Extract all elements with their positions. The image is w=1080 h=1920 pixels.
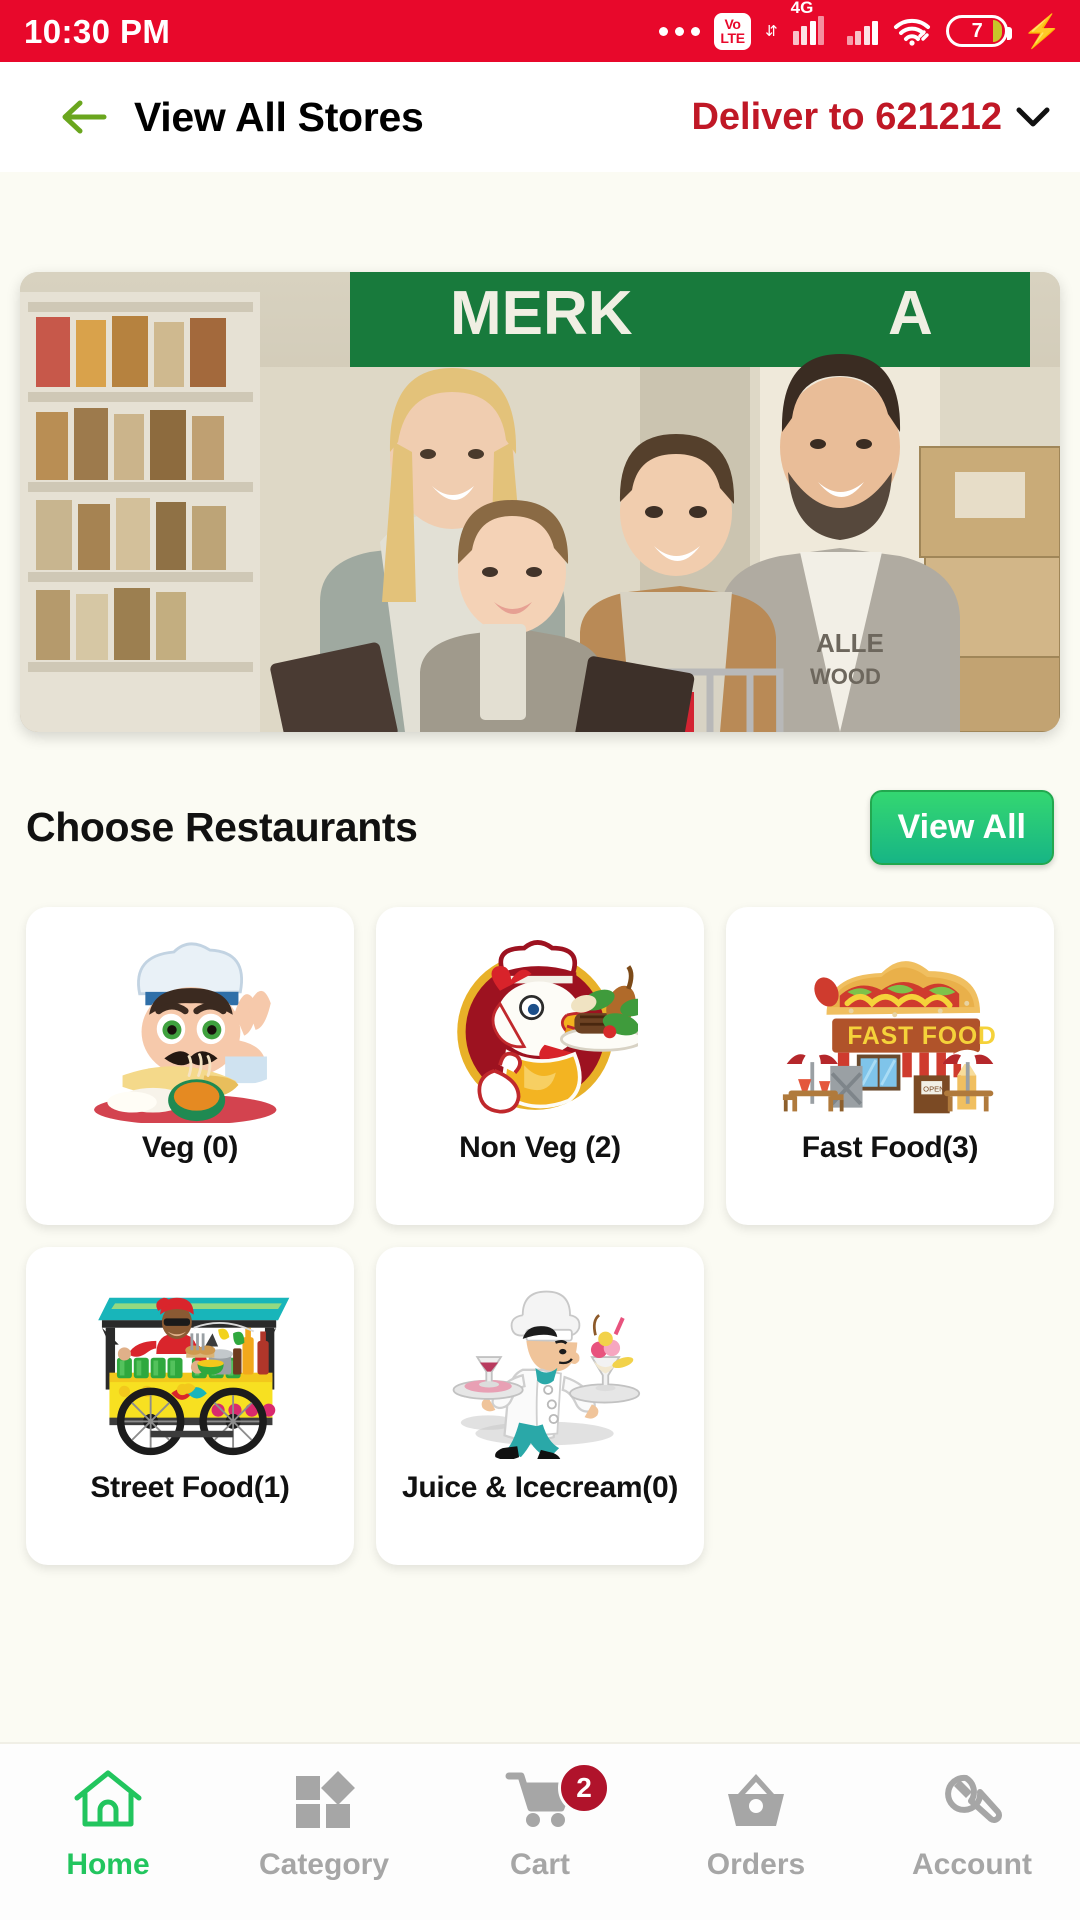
promo-banner[interactable]: MERK A ALLE WOOD bbox=[20, 272, 1060, 732]
app-header-left: View All Stores bbox=[60, 93, 424, 141]
arrow-left-icon[interactable] bbox=[60, 97, 108, 137]
volte-icon: Vo LTE bbox=[714, 12, 752, 50]
chevron-down-icon bbox=[1016, 106, 1050, 128]
waiter-drinks-icon bbox=[386, 1265, 694, 1471]
nav-label: Cart bbox=[509, 1848, 570, 1881]
restaurant-card-label: Fast Food(3) bbox=[801, 1131, 979, 1164]
wifi-link-icon bbox=[892, 16, 932, 46]
network-gen-label: 4G bbox=[790, 0, 814, 17]
fast-food-stand-icon: FAST FOOD OPEN bbox=[736, 925, 1044, 1131]
signal-icon bbox=[846, 17, 879, 45]
volte-top-text: Vo bbox=[724, 16, 741, 32]
svg-text:WOOD: WOOD bbox=[810, 664, 881, 689]
cart-icon: 2 bbox=[504, 1762, 610, 1834]
bottom-navigation: Home Category 2 Cart Orders Account bbox=[0, 1742, 1080, 1920]
section-header: Choose Restaurants View All bbox=[26, 790, 1054, 865]
svg-text:ALLE: ALLE bbox=[816, 628, 884, 658]
view-all-button[interactable]: View All bbox=[869, 790, 1054, 865]
street-food-cart-icon bbox=[36, 1265, 344, 1471]
restaurant-card-label: Juice & Icecream(0) bbox=[401, 1471, 679, 1504]
nav-item-cart[interactable]: 2 Cart bbox=[432, 1762, 648, 1882]
deliver-to-label: Deliver to 621212 bbox=[691, 95, 1002, 138]
svg-text:OPEN: OPEN bbox=[923, 1085, 944, 1094]
restaurant-card-juice-icecream[interactable]: Juice & Icecream(0) bbox=[376, 1247, 704, 1565]
status-icons: Vo LTE ⇵ 4G 7 ⚡ bbox=[659, 0, 1062, 50]
status-bar: 10:30 PM Vo LTE ⇵ 4G 7 ⚡ bbox=[0, 0, 1080, 62]
deliver-to-selector[interactable]: Deliver to 621212 bbox=[691, 96, 1050, 139]
nav-item-category[interactable]: Category bbox=[216, 1766, 432, 1882]
status-clock: 10:30 PM bbox=[24, 12, 171, 50]
home-icon bbox=[72, 1766, 144, 1834]
chef-veg-icon bbox=[36, 925, 344, 1131]
restaurant-card-label: Non Veg (2) bbox=[459, 1131, 621, 1164]
nav-label: Category bbox=[258, 1848, 390, 1881]
restaurant-card-non-veg[interactable]: Non Veg (2) bbox=[376, 907, 704, 1225]
nav-label: Account bbox=[912, 1848, 1032, 1881]
nav-item-orders[interactable]: Orders bbox=[648, 1766, 864, 1882]
wrench-icon bbox=[936, 1766, 1008, 1834]
restaurant-card-label: Veg (0) bbox=[141, 1131, 239, 1164]
more-dots-icon bbox=[659, 26, 701, 36]
section-title: Choose Restaurants bbox=[26, 804, 418, 850]
volte-bottom-text: LTE bbox=[720, 30, 745, 46]
nav-label: Home bbox=[66, 1848, 150, 1881]
restaurant-card-label: Street Food(1) bbox=[90, 1471, 290, 1504]
svg-text:MERK: MERK bbox=[450, 279, 633, 348]
restaurant-grid: Veg (0) Non Veg (2) FAST FOOD OPEN Fast … bbox=[26, 907, 1054, 1565]
restaurant-card-veg[interactable]: Veg (0) bbox=[26, 907, 354, 1225]
charging-bolt-icon: ⚡ bbox=[1022, 13, 1062, 49]
nav-label: Orders bbox=[706, 1848, 806, 1881]
restaurant-card-street-food[interactable]: Street Food(1) bbox=[26, 1247, 354, 1565]
grid-icon bbox=[290, 1766, 358, 1834]
chicken-chef-icon bbox=[386, 925, 694, 1131]
page-content: MERK A ALLE WOOD Choose Restaurants View… bbox=[0, 172, 1080, 1742]
svg-text:FAST FOOD: FAST FOOD bbox=[847, 1023, 996, 1050]
cart-badge: 2 bbox=[558, 1762, 610, 1814]
svg-text:A: A bbox=[888, 279, 933, 348]
battery-icon: 7 bbox=[946, 15, 1013, 47]
basket-icon bbox=[720, 1766, 792, 1834]
app-screen: 10:30 PM Vo LTE ⇵ 4G 7 ⚡ View All Stores… bbox=[0, 0, 1080, 1920]
app-header: View All Stores Deliver to 621212 bbox=[0, 62, 1080, 172]
promo-banner-art: MERK A ALLE WOOD bbox=[20, 272, 1060, 732]
signal-4g-icon: 4G bbox=[791, 0, 833, 45]
restaurant-card-fast-food[interactable]: FAST FOOD OPEN Fast Food(3) bbox=[726, 907, 1054, 1225]
nav-item-account[interactable]: Account bbox=[864, 1766, 1080, 1882]
data-arrows-icon: ⇵ bbox=[765, 22, 778, 40]
page-title: View All Stores bbox=[134, 93, 424, 140]
battery-level-text: 7 bbox=[971, 19, 983, 42]
nav-item-home[interactable]: Home bbox=[0, 1766, 216, 1882]
